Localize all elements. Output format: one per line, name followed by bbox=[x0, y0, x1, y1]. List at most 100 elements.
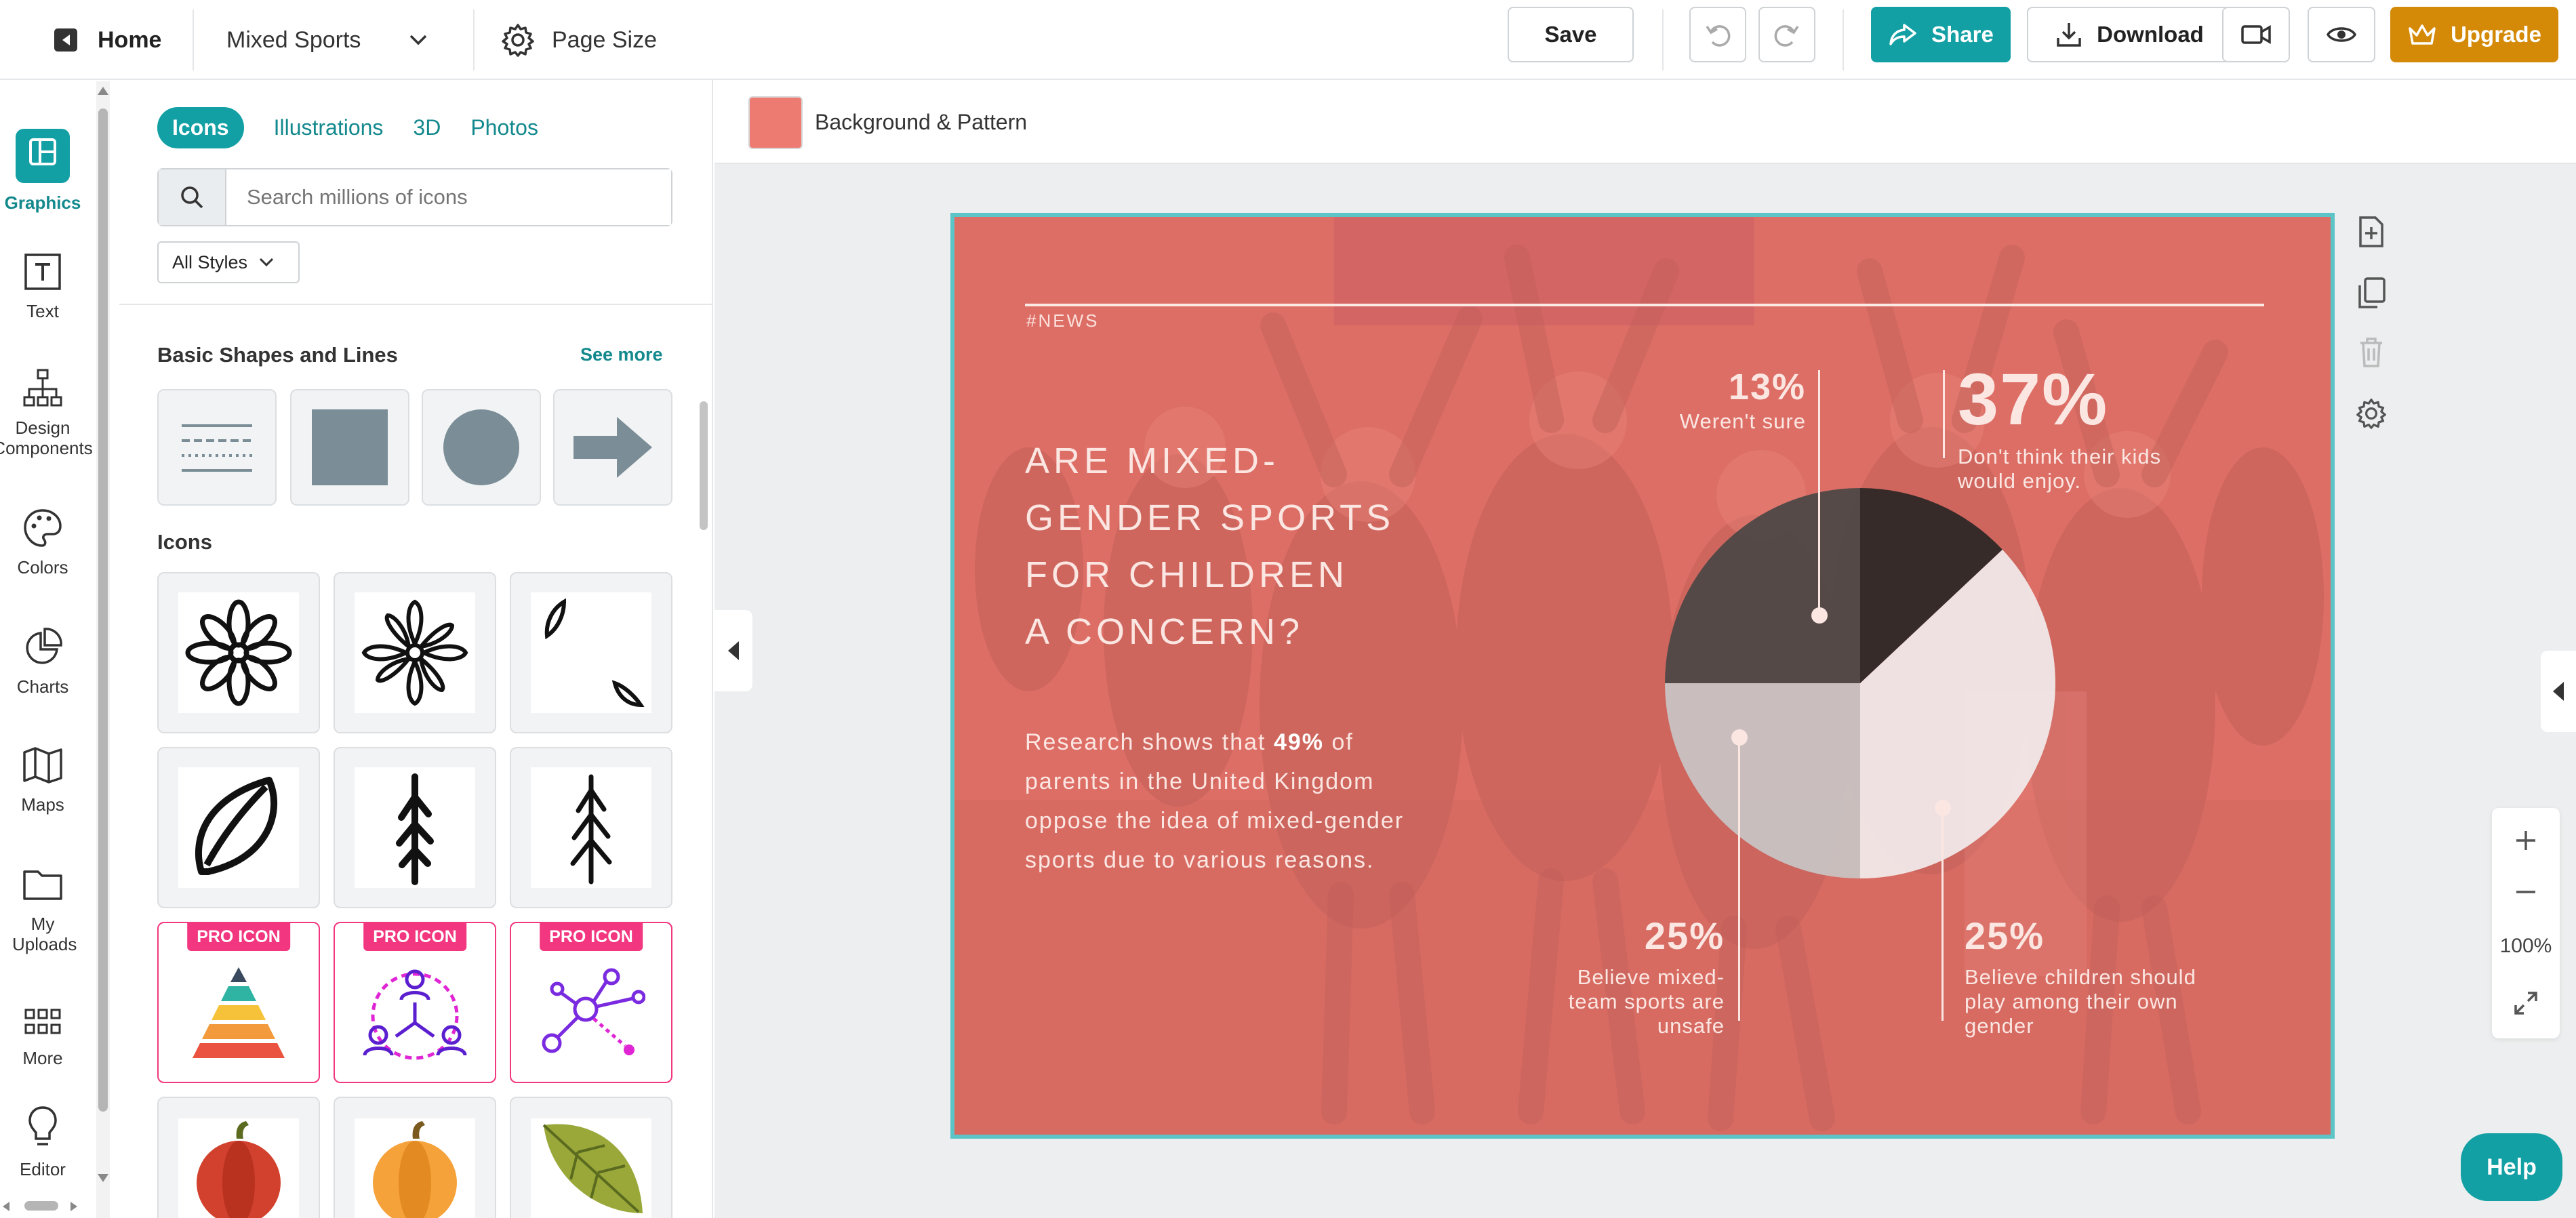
icon-card-daisy[interactable] bbox=[334, 572, 496, 733]
add-page-button[interactable] bbox=[2352, 213, 2390, 251]
save-button[interactable]: Save bbox=[1508, 7, 1634, 62]
stat-percent-25-right[interactable]: 25% bbox=[1965, 914, 2045, 958]
see-more-link[interactable]: See more bbox=[580, 344, 663, 365]
divider bbox=[1843, 9, 1844, 70]
rail-item-my-uploads[interactable]: My Uploads bbox=[0, 864, 85, 954]
page-size-button[interactable]: Page Size bbox=[500, 15, 657, 65]
icon-card-pine[interactable] bbox=[334, 747, 496, 908]
icon-card-green-leaf[interactable] bbox=[510, 1097, 672, 1218]
crown-icon bbox=[2409, 24, 2436, 45]
chevron-down-icon bbox=[259, 258, 274, 267]
chart-icon bbox=[26, 628, 62, 664]
redo-button[interactable] bbox=[1758, 7, 1815, 62]
circle-shape[interactable] bbox=[422, 389, 541, 506]
stat-percent-25-left[interactable]: 25% bbox=[1616, 914, 1725, 958]
text-icon bbox=[24, 253, 61, 290]
news-tag[interactable]: #NEWS bbox=[1026, 310, 1099, 331]
share-label: Share bbox=[1931, 22, 1994, 47]
pie-chart[interactable] bbox=[1664, 487, 2057, 880]
design-canvas[interactable]: #NEWS ARE MIXED- GENDER SPORTS FOR CHILD… bbox=[950, 213, 2335, 1139]
divider bbox=[473, 9, 475, 70]
pie-slice[interactable] bbox=[1665, 683, 1860, 878]
rail-item-graphics[interactable]: Graphics bbox=[0, 129, 85, 213]
icon-card-pumpkin-orange[interactable] bbox=[334, 1097, 496, 1218]
tab-illustrations[interactable]: Illustrations bbox=[274, 115, 384, 140]
present-video-button[interactable] bbox=[2222, 7, 2290, 62]
zoom-level[interactable]: 100% bbox=[2492, 927, 2560, 965]
rail-item-editor[interactable]: Editor bbox=[0, 1103, 85, 1179]
stat-percent-13[interactable]: 13% bbox=[1718, 366, 1806, 408]
search-input[interactable] bbox=[226, 169, 671, 225]
dashed-lines-shape[interactable] bbox=[157, 389, 277, 506]
rail-item-colors[interactable]: Colors bbox=[0, 507, 85, 577]
back-icon bbox=[54, 28, 77, 52]
all-styles-dropdown[interactable]: All Styles bbox=[157, 241, 300, 283]
icon-card-leaf[interactable] bbox=[157, 747, 320, 908]
headline[interactable]: ARE MIXED- GENDER SPORTS FOR CHILDREN A … bbox=[1025, 432, 1459, 660]
divider bbox=[1662, 9, 1664, 70]
undo-button[interactable] bbox=[1689, 7, 1746, 62]
stat-percent-37[interactable]: 37% bbox=[1958, 357, 2108, 441]
stat-label-13[interactable]: Weren't sure bbox=[1632, 409, 1806, 434]
rail-item-maps[interactable]: Maps bbox=[0, 744, 85, 815]
graphics-icon bbox=[16, 129, 70, 183]
duplicate-page-button[interactable] bbox=[2352, 274, 2390, 312]
scrollbar-thumb[interactable] bbox=[98, 108, 108, 1112]
chevron-down-icon bbox=[410, 35, 427, 45]
rail-item-label: Text bbox=[26, 301, 59, 321]
rail-scrollbar[interactable] bbox=[96, 81, 110, 1218]
icon-card-team-pro[interactable]: PRO ICON bbox=[334, 922, 496, 1083]
background-pattern-label[interactable]: Background & Pattern bbox=[815, 110, 1027, 135]
icon-card-flower[interactable] bbox=[157, 572, 320, 733]
page-size-label: Page Size bbox=[552, 26, 657, 53]
stat-label-25-left[interactable]: Believe mixed-team sports are unsafe bbox=[1535, 965, 1725, 1038]
expand-right-panel-button[interactable] bbox=[2541, 651, 2576, 732]
fit-screen-button[interactable] bbox=[2492, 983, 2560, 1023]
scroll-left-icon[interactable] bbox=[3, 1202, 9, 1211]
delete-page-button[interactable] bbox=[2352, 333, 2390, 371]
research-highlight: 49% bbox=[1273, 729, 1324, 755]
scrollbar-thumb[interactable] bbox=[700, 401, 708, 530]
home-button[interactable]: Home bbox=[54, 15, 161, 65]
background-color-swatch[interactable] bbox=[748, 96, 803, 149]
zoom-out-button[interactable] bbox=[2492, 872, 2560, 912]
icon-card-leaves[interactable] bbox=[510, 572, 672, 733]
gear-icon bbox=[2356, 399, 2386, 429]
rail-item-design-components[interactable]: Design Components bbox=[0, 367, 93, 458]
rail-item-charts[interactable]: Charts bbox=[0, 626, 85, 697]
upgrade-button[interactable]: Upgrade bbox=[2390, 7, 2558, 62]
horizontal-scrollbar-thumb[interactable] bbox=[24, 1201, 58, 1211]
arrow-shape[interactable] bbox=[553, 389, 672, 506]
scroll-up-icon[interactable] bbox=[98, 87, 108, 95]
preview-button[interactable] bbox=[2308, 7, 2375, 62]
search-button[interactable] bbox=[159, 169, 226, 225]
square-shape[interactable] bbox=[290, 389, 409, 506]
tab-photos[interactable]: Photos bbox=[470, 115, 538, 140]
scroll-right-icon[interactable] bbox=[71, 1202, 77, 1211]
research-text[interactable]: Research shows that 49% of parents in th… bbox=[1025, 723, 1405, 880]
page-settings-button[interactable] bbox=[2352, 394, 2390, 432]
scroll-down-icon[interactable] bbox=[98, 1174, 108, 1182]
leader-line-25-left bbox=[1738, 736, 1740, 1021]
pie-slice[interactable] bbox=[1665, 488, 1860, 683]
share-button[interactable]: Share bbox=[1871, 7, 2011, 62]
stat-label-37[interactable]: Don't think their kids would enjoy. bbox=[1958, 445, 2215, 493]
tab-icons[interactable]: Icons bbox=[157, 107, 244, 148]
download-button[interactable]: Download bbox=[2027, 7, 2232, 62]
icon-card-pine-outline[interactable] bbox=[510, 747, 672, 908]
document-name-dropdown[interactable]: Mixed Sports bbox=[226, 15, 428, 65]
daisy-icon bbox=[361, 599, 468, 706]
icon-card-molecule-pro[interactable]: PRO ICON bbox=[510, 922, 672, 1083]
top-bar: Home Mixed Sports Page Size Save Share D… bbox=[0, 0, 2576, 80]
collapse-panel-button[interactable] bbox=[715, 610, 752, 691]
stat-label-25-right[interactable]: Believe children should play among their… bbox=[1965, 965, 2209, 1038]
tab-3d[interactable]: 3D bbox=[413, 115, 441, 140]
icon-card-pyramid-pro[interactable]: PRO ICON bbox=[157, 922, 320, 1083]
zoom-in-button[interactable] bbox=[2492, 820, 2560, 861]
rail-item-text[interactable]: Text bbox=[0, 251, 85, 321]
rail-item-more[interactable]: More bbox=[0, 1006, 85, 1068]
rail-item-label: Charts bbox=[16, 676, 69, 697]
panel-scrollbar[interactable] bbox=[698, 317, 709, 1212]
help-button[interactable]: Help bbox=[2461, 1133, 2562, 1201]
icon-card-pumpkin-red[interactable] bbox=[157, 1097, 320, 1218]
